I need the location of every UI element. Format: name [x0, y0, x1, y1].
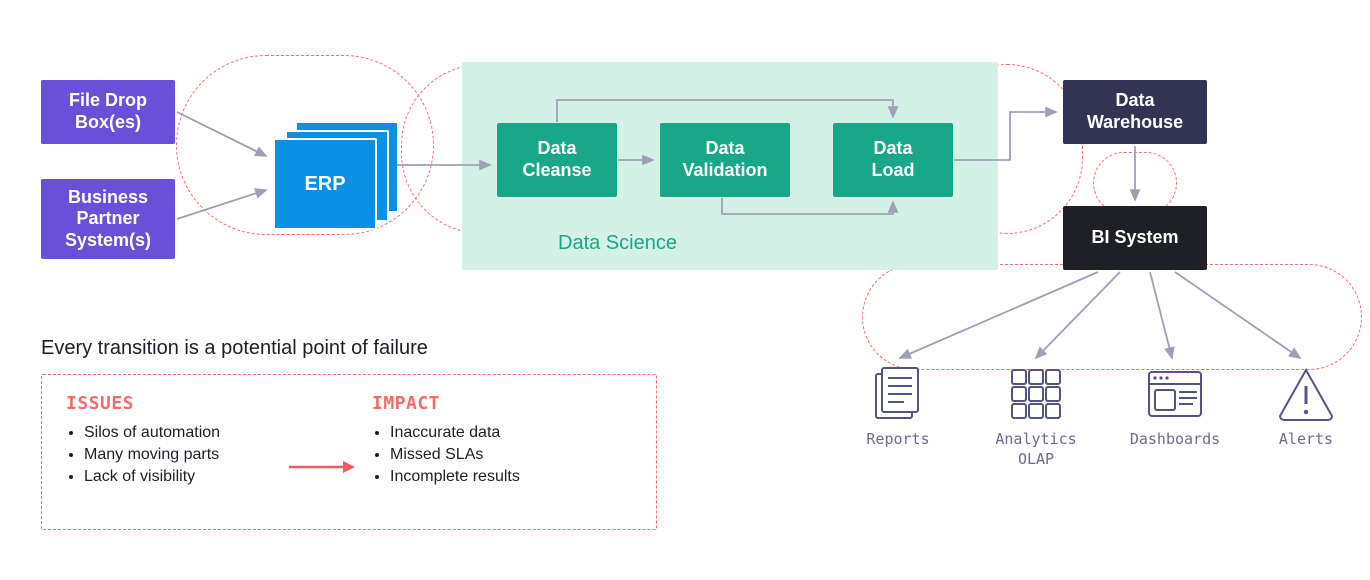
output-analytics: Analytics OLAP: [986, 364, 1086, 469]
step-data-validation: Data Validation: [660, 123, 790, 197]
output-label: Alerts: [1266, 430, 1346, 450]
impact-arrow-icon: [287, 457, 357, 477]
analytics-icon: [1012, 370, 1060, 418]
reports-icon: [876, 368, 918, 418]
output-label: Reports: [853, 430, 943, 450]
issues-item: Many moving parts: [84, 446, 220, 464]
architecture-diagram: Data Science File Drop Box(es) Business …: [0, 0, 1370, 580]
impact-item: Incomplete results: [390, 468, 520, 486]
data-warehouse-box: Data Warehouse: [1063, 80, 1207, 144]
issues-list: Silos of automation Many moving parts La…: [84, 424, 220, 486]
output-alerts: Alerts: [1266, 364, 1346, 450]
output-label: Analytics OLAP: [986, 430, 1086, 469]
impact-list: Inaccurate data Missed SLAs Incomplete r…: [390, 424, 520, 486]
bi-system-box: BI System: [1063, 206, 1207, 270]
step-data-load: Data Load: [833, 123, 953, 197]
source-file-drop: File Drop Box(es): [41, 80, 175, 144]
dashboards-icon: [1149, 372, 1201, 416]
failure-point-bi-top: [1093, 152, 1177, 214]
erp-box: ERP: [273, 138, 377, 230]
output-reports: Reports: [853, 364, 943, 450]
issues-impact-panel: ISSUES Silos of automation Many moving p…: [41, 374, 657, 530]
issues-item: Lack of visibility: [84, 468, 220, 486]
issues-item: Silos of automation: [84, 424, 220, 442]
output-label: Dashboards: [1123, 430, 1227, 450]
failure-point-bi-outputs: [862, 264, 1362, 370]
impact-item: Missed SLAs: [390, 446, 520, 464]
impact-header: IMPACT: [372, 393, 520, 414]
impact-item: Inaccurate data: [390, 424, 520, 442]
alerts-icon: [1280, 370, 1332, 420]
step-data-cleanse: Data Cleanse: [497, 123, 617, 197]
source-business-partner: Business Partner System(s): [41, 179, 175, 259]
output-dashboards: Dashboards: [1123, 364, 1227, 450]
data-science-region-label: Data Science: [558, 232, 677, 255]
failure-caption: Every transition is a potential point of…: [41, 337, 428, 360]
issues-header: ISSUES: [66, 393, 220, 414]
